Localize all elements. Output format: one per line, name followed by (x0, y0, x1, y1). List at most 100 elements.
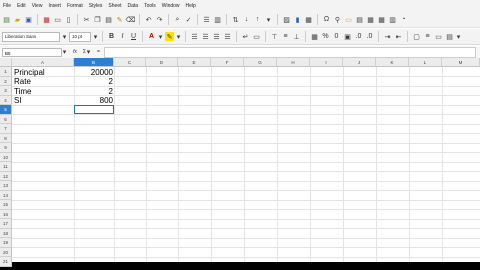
paste-icon[interactable]: ▤ (104, 15, 113, 24)
column-header-h[interactable]: H (277, 58, 310, 67)
column-header-l[interactable]: L (409, 58, 442, 67)
chevron-down-icon[interactable]: ▾ (86, 48, 91, 57)
menu-format[interactable]: Format (64, 3, 86, 9)
chevron-down-icon[interactable]: ▾ (176, 32, 181, 41)
row-header[interactable]: 13 (0, 181, 12, 191)
formula-icon[interactable]: = (97, 49, 100, 55)
formula-input[interactable] (103, 46, 476, 58)
border-color-icon[interactable]: ▭ (434, 32, 443, 41)
menu-file[interactable]: File (0, 3, 14, 9)
column-header-a[interactable]: A (12, 58, 74, 67)
justify-icon[interactable]: ☰ (223, 32, 232, 41)
headers-footers-icon[interactable]: ▤ (355, 15, 364, 24)
align-bottom-icon[interactable]: ⊥ (292, 32, 301, 41)
chevron-down-icon[interactable]: ▾ (62, 32, 67, 41)
column-header-k[interactable]: K (376, 58, 409, 67)
name-box[interactable]: B5 (2, 47, 62, 57)
menu-styles[interactable]: Styles (86, 3, 106, 9)
insert-image-icon[interactable]: ▨ (282, 15, 291, 24)
menu-tools[interactable]: Tools (141, 3, 159, 9)
undo-icon[interactable]: ↶ (144, 15, 153, 24)
row-header[interactable]: 2 (0, 76, 12, 86)
save-icon[interactable]: ▣ (24, 15, 33, 24)
column-header-b[interactable]: B (74, 58, 114, 67)
percent-format-icon[interactable]: % (321, 32, 330, 41)
cell-a4[interactable]: SI (14, 96, 22, 105)
row-header[interactable]: 1 (0, 67, 12, 77)
copy-icon[interactable]: ❐ (93, 15, 102, 24)
conditional-icon[interactable]: ▤ (445, 32, 454, 41)
row-header[interactable]: 14 (0, 190, 12, 200)
chevron-down-icon[interactable]: ▾ (93, 32, 98, 41)
cell-b2[interactable]: 2 (74, 77, 113, 86)
merge-cells-icon[interactable]: ▭ (252, 32, 261, 41)
menu-view[interactable]: View (29, 3, 46, 9)
row-header[interactable]: 4 (0, 95, 12, 105)
print-icon[interactable]: ▭ (53, 15, 62, 24)
row-header[interactable]: 12 (0, 171, 12, 181)
chevron-down-icon[interactable]: ▾ (158, 32, 163, 41)
menu-insert[interactable]: Insert (45, 3, 64, 9)
align-right-icon[interactable]: ☰ (212, 32, 221, 41)
autofilter-icon[interactable]: ▾ (264, 15, 273, 24)
sort-icon[interactable]: ⇅ (231, 15, 240, 24)
increase-indent-icon[interactable]: ⇥ (383, 32, 392, 41)
row-header[interactable]: 6 (0, 114, 12, 124)
font-size-box[interactable]: 10 pt (69, 31, 91, 42)
wrap-text-icon[interactable]: ↵ (241, 32, 250, 41)
row-header[interactable]: 7 (0, 124, 12, 134)
column-header-f[interactable]: F (211, 58, 244, 67)
function-wizard-icon[interactable]: fx (73, 49, 77, 55)
chevron-down-icon[interactable]: ▾ (62, 48, 67, 57)
cell-a3[interactable]: Time (14, 87, 31, 96)
row-header[interactable]: 16 (0, 209, 12, 219)
row-header[interactable]: 3 (0, 86, 12, 96)
special-character-icon[interactable]: Ω (322, 15, 331, 24)
row-header[interactable]: 9 (0, 143, 12, 153)
add-decimal-icon[interactable]: .0 (354, 32, 363, 41)
row-header[interactable]: 17 (0, 219, 12, 229)
print-preview-icon[interactable]: ▯ (64, 15, 73, 24)
new-icon[interactable]: ▤ (2, 15, 11, 24)
redo-icon[interactable]: ↷ (155, 15, 164, 24)
currency-format-icon[interactable]: ▦ (310, 32, 319, 41)
clear-formatting-icon[interactable]: ⌫ (126, 15, 136, 24)
column-header-d[interactable]: D (146, 58, 178, 67)
row-header[interactable]: 5 (0, 105, 12, 115)
cell-cursor[interactable] (74, 105, 114, 114)
sort-ascending-icon[interactable]: ↓ (242, 15, 251, 24)
column-header-j[interactable]: J (343, 58, 376, 67)
column-header-g[interactable]: G (244, 58, 277, 67)
number-format-icon[interactable]: 0 (332, 32, 341, 41)
pivot-table-icon[interactable]: ▦ (304, 15, 313, 24)
split-window-icon[interactable]: ▥ (388, 15, 397, 24)
column-header-e[interactable]: E (178, 58, 211, 67)
borders-icon[interactable]: ▢ (412, 32, 421, 41)
border-style-icon[interactable]: ≡ (423, 32, 432, 41)
comment-icon[interactable]: ▭ (344, 15, 353, 24)
row-header[interactable]: 11 (0, 162, 12, 172)
column-header-c[interactable]: C (114, 58, 146, 67)
column-icon[interactable]: ▥ (213, 15, 222, 24)
font-color-icon[interactable]: A (147, 32, 156, 41)
chevron-down-icon[interactable]: ▾ (456, 32, 461, 41)
bold-button[interactable]: B (107, 32, 116, 41)
align-left-icon[interactable]: ☰ (190, 32, 199, 41)
select-all-corner[interactable] (0, 58, 12, 67)
decrease-indent-icon[interactable]: ⇤ (394, 32, 403, 41)
open-icon[interactable]: ▰ (13, 15, 22, 24)
row-icon[interactable]: ☰ (202, 15, 211, 24)
font-name-box[interactable]: Liberation Sans (2, 31, 60, 42)
hyperlink-icon[interactable]: ⚲ (333, 15, 342, 24)
menu-help[interactable]: Help (183, 3, 199, 9)
spreadsheet-grid[interactable]: A B C D E F G H I J K L M 1 2 3 4 5 6 7 … (0, 58, 480, 267)
menu-data[interactable]: Data (125, 3, 142, 9)
cell-b1[interactable]: 20000 (74, 68, 113, 77)
menu-sheet[interactable]: Sheet (105, 3, 124, 9)
row-header[interactable]: 15 (0, 200, 12, 210)
align-top-icon[interactable]: ⊤ (270, 32, 279, 41)
row-header[interactable]: 20 (0, 247, 12, 257)
italic-button[interactable]: I (118, 32, 127, 41)
find-replace-icon[interactable]: ⌕ (173, 15, 182, 24)
cell-a2[interactable]: Rate (14, 77, 31, 86)
